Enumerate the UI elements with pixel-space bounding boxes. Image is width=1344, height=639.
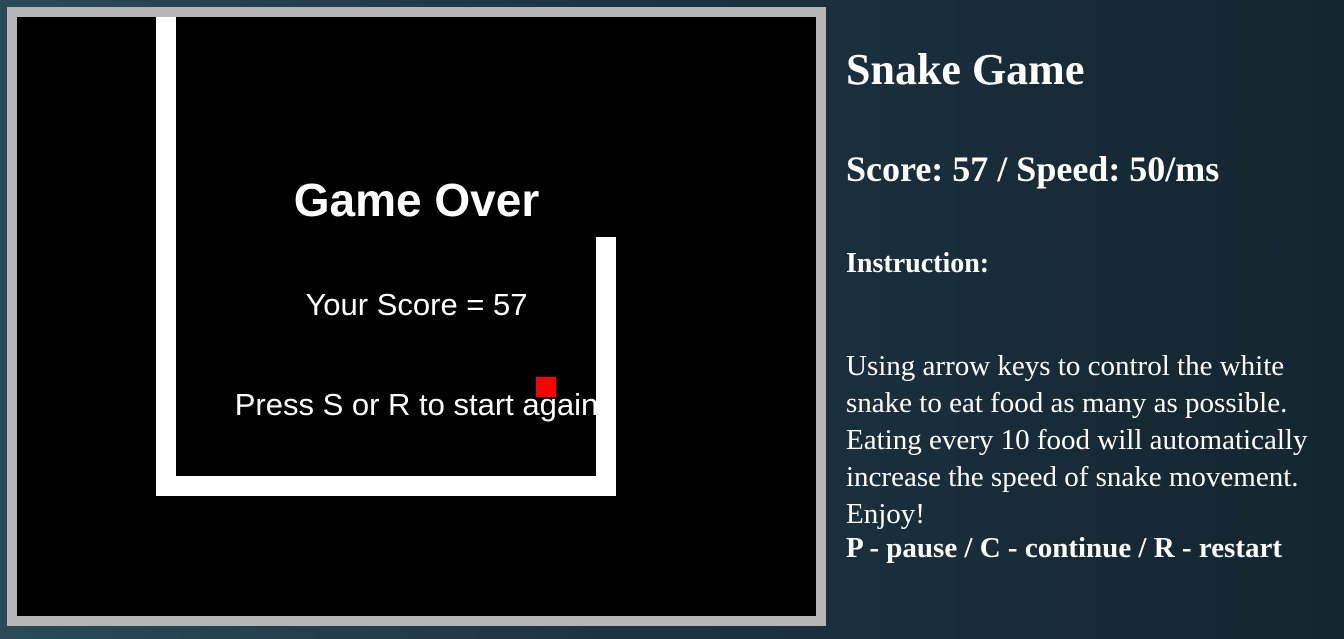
instruction-line: Using arrow keys to control the white [846,350,1285,382]
game-over-title: Game Over [293,174,540,226]
final-score-text: Your Score = 57 [305,287,528,322]
instruction-line: Enjoy! [846,498,925,530]
instruction-line: snake to eat food as many as possible. [846,387,1288,419]
instruction-heading: Instruction: [846,248,990,279]
instruction-line: increase the speed of snake movement. [846,461,1299,493]
snake-segment [156,476,616,496]
restart-prompt: Press S or R to start again [234,387,599,422]
page-title: Snake Game [846,45,1085,94]
instruction-text: Using arrow keys to control the white sn… [846,348,1307,533]
snake-segment [156,17,176,496]
game-canvas[interactable]: Game Over Your Score = 57 Press S or R t… [17,17,816,616]
key-controls: P - pause / C - continue / R - restart [846,532,1283,564]
score-speed-status: Score: 57 / Speed: 50/ms [846,149,1220,189]
game-board-frame: Game Over Your Score = 57 Press S or R t… [7,7,826,626]
snake-head [596,237,616,496]
instruction-line: Eating every 10 food will automatically [846,424,1308,456]
